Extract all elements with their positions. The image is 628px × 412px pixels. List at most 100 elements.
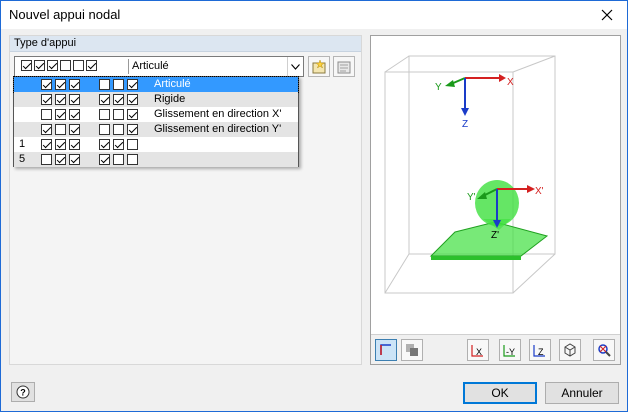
rotation-checkboxes — [99, 79, 138, 90]
support-checkbox — [69, 124, 80, 135]
support-checkbox — [41, 139, 52, 150]
dropdown-item[interactable]: Glissement en direction X' — [14, 107, 298, 122]
support-type-combobox[interactable]: Articulé — [14, 56, 304, 77]
support-checkbox — [113, 124, 124, 135]
support-checkbox — [86, 60, 97, 71]
support-checkbox — [99, 109, 110, 120]
new-item-icon — [312, 58, 326, 73]
support-checkbox — [69, 139, 80, 150]
axis-zp-label: Z' — [491, 230, 499, 241]
rotation-checkboxes — [99, 139, 138, 150]
new-support-type-button[interactable] — [308, 56, 330, 77]
dropdown-item-label: Glissement en direction X' — [154, 108, 282, 120]
svg-text:X: X — [476, 347, 482, 357]
support-type-header-label: Type d'appui — [14, 37, 77, 49]
support-checkbox — [47, 60, 58, 71]
cancel-button[interactable]: Annuler — [545, 382, 619, 404]
support-checkbox — [34, 60, 45, 71]
dropdown-item-label: Articulé — [154, 78, 191, 90]
dropdown-item-number: 5 — [19, 153, 26, 165]
preview-toolbar: X -Y Z — [371, 334, 620, 364]
support-checkbox — [69, 94, 80, 105]
view-minus-y-button[interactable]: -Y — [499, 339, 521, 361]
support-checkbox — [41, 94, 52, 105]
support-checkbox — [41, 124, 52, 135]
support-checkbox — [73, 60, 84, 71]
rotation-checkboxes — [99, 154, 138, 165]
title-bar: Nouvel appui nodal — [1, 1, 627, 29]
axis-yp-label: Y' — [467, 192, 476, 203]
support-checkbox — [99, 154, 110, 165]
isometric-view-button[interactable] — [559, 339, 581, 361]
dropdown-item[interactable]: 1 — [14, 137, 298, 152]
support-checkbox — [55, 124, 66, 135]
view-z-icon: Z — [533, 345, 545, 357]
support-checkbox — [127, 139, 138, 150]
global-axes: X Y Z — [435, 74, 514, 130]
dropdown-item[interactable]: Articulé — [13, 76, 299, 93]
svg-text:Z: Z — [538, 347, 544, 357]
support-preview-panel: X Y Z X' Y' Z' X -Y Z — [370, 35, 621, 365]
reset-view-button[interactable] — [593, 339, 615, 361]
support-checkbox — [55, 154, 66, 165]
show-axes-button[interactable] — [375, 339, 397, 361]
ok-button[interactable]: OK — [463, 382, 537, 404]
support-checkbox — [127, 109, 138, 120]
window-title: Nouvel appui nodal — [9, 7, 121, 22]
translation-checkboxes — [41, 109, 80, 120]
axis-y-label: Y — [435, 82, 442, 93]
support-checkbox — [113, 109, 124, 120]
rotation-checkboxes — [99, 109, 138, 120]
support-checkbox — [41, 154, 52, 165]
cube-icon — [564, 343, 576, 357]
view-x-button[interactable]: X — [467, 339, 489, 361]
support-checkbox — [55, 109, 66, 120]
translation-checkboxes — [41, 154, 80, 165]
support-checkbox — [69, 109, 80, 120]
translation-checkboxes — [41, 94, 80, 105]
support-type-dropdown-list: Articulé Rigide Glissement en direction X'… — [13, 76, 299, 167]
support-checkbox — [113, 139, 124, 150]
view-x-icon: X — [471, 345, 483, 357]
view-z-button[interactable]: Z — [529, 339, 551, 361]
edit-list-icon — [337, 61, 351, 73]
support-checkbox — [41, 109, 52, 120]
combo-separator — [128, 59, 129, 74]
translation-checkboxes — [41, 79, 80, 90]
translation-checkboxes — [41, 139, 80, 150]
support-checkbox — [41, 79, 52, 90]
support-checkbox — [69, 154, 80, 165]
support-checkbox — [69, 79, 80, 90]
rotation-checkboxes — [99, 124, 138, 135]
support-checkbox — [60, 60, 71, 71]
axis-xp-label: X' — [535, 186, 544, 197]
combo-dropdown-arrow[interactable] — [287, 57, 303, 76]
axis-z-label: Z — [462, 119, 468, 130]
support-checkbox — [99, 124, 110, 135]
support-checkbox — [127, 154, 138, 165]
render-mode-button[interactable] — [401, 339, 423, 361]
dropdown-item[interactable]: 5 — [14, 152, 298, 167]
dropdown-item[interactable]: Rigide — [14, 92, 298, 107]
help-button[interactable]: ? — [11, 382, 35, 402]
support-checkbox — [113, 79, 124, 90]
support-checkbox — [113, 154, 124, 165]
support-checkbox — [127, 79, 138, 90]
close-button[interactable] — [593, 3, 621, 27]
axes-icon — [380, 344, 391, 355]
support-type-header: Type d'appui — [10, 36, 361, 52]
edit-support-type-button[interactable] — [333, 56, 355, 77]
dropdown-item[interactable]: Glissement en direction Y' — [14, 122, 298, 137]
dialog-window: Nouvel appui nodal Type d'appui Articulé — [0, 0, 628, 412]
dropdown-item-label: Rigide — [154, 93, 186, 105]
support-checkbox — [99, 79, 110, 90]
support-checkbox — [99, 139, 110, 150]
support-checkbox — [127, 124, 138, 135]
support-checkbox — [55, 139, 66, 150]
support-3d-preview: X Y Z X' Y' Z' — [384, 55, 556, 294]
support-checkbox — [55, 79, 66, 90]
support-checkbox — [99, 94, 110, 105]
chevron-down-icon — [291, 63, 300, 70]
svg-text:?: ? — [20, 388, 26, 398]
translation-checkboxes — [41, 124, 80, 135]
